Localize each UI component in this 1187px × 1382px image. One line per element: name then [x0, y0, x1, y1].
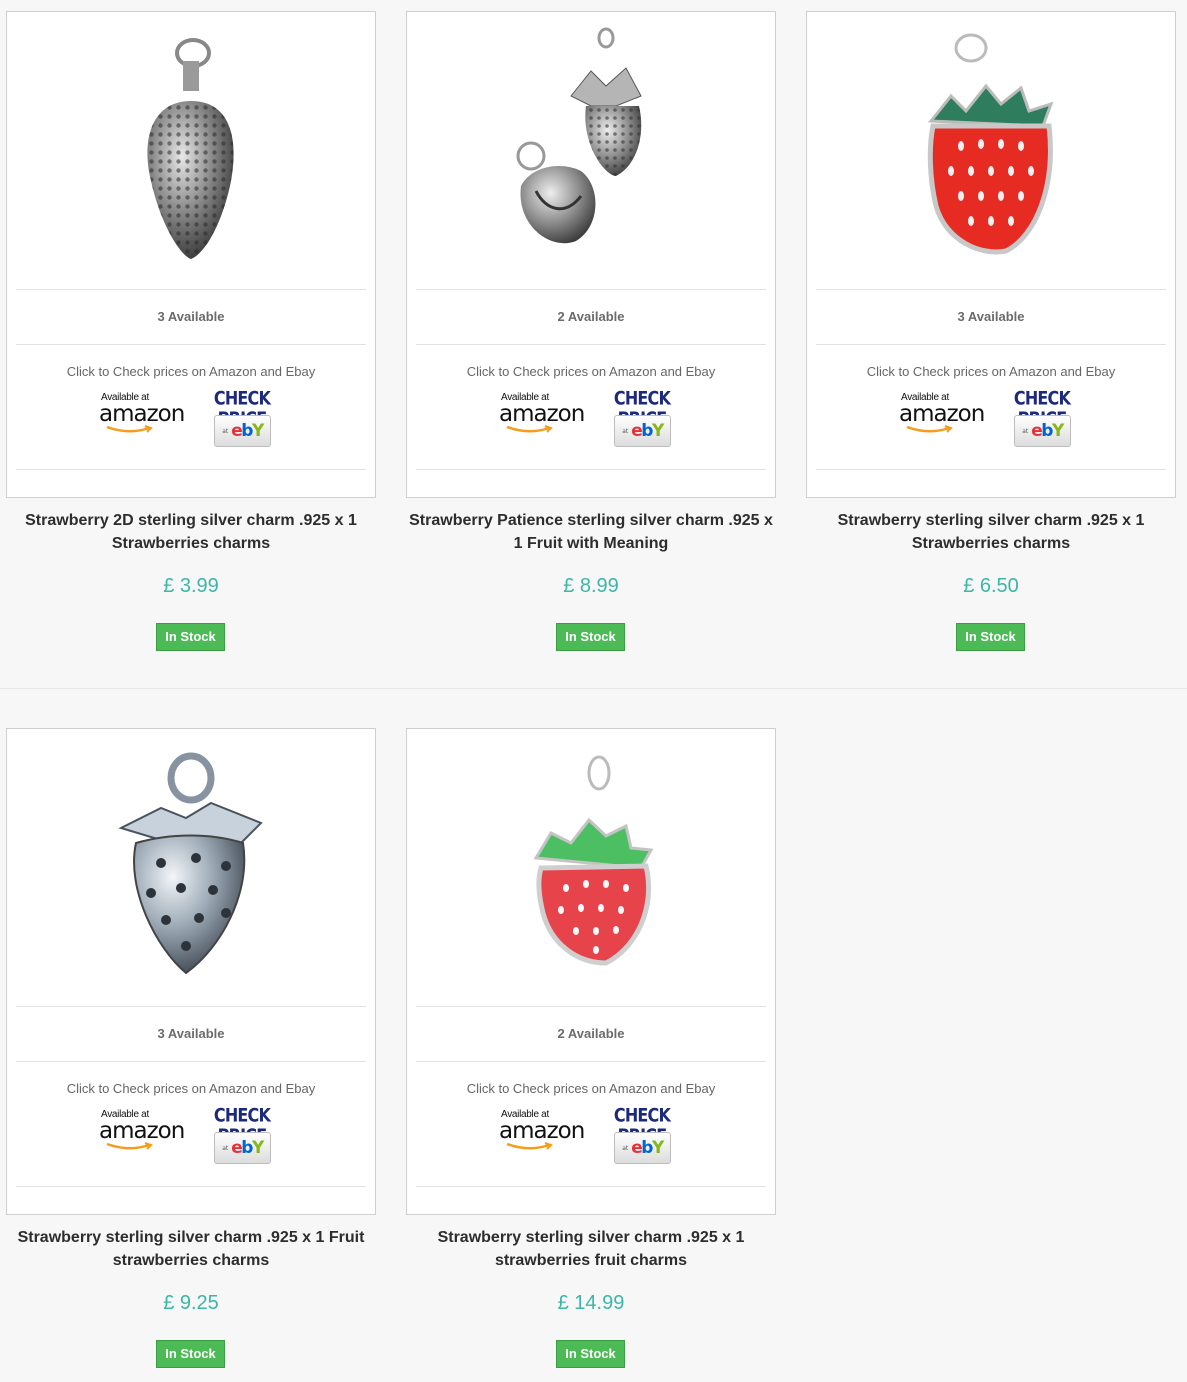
strawberry-silver-charm-icon	[516, 27, 642, 244]
divider	[416, 1061, 766, 1062]
product-image[interactable]	[407, 729, 775, 1007]
check-prices-text: Click to Check prices on Amazon and Ebay	[466, 364, 716, 379]
ebay-logo-icon: at e b Y	[214, 1132, 271, 1164]
product-image[interactable]	[807, 12, 1175, 290]
ebay-logo-icon: at e b Y	[1014, 415, 1071, 447]
divider	[416, 1186, 766, 1187]
divider	[16, 344, 366, 345]
divider	[816, 469, 1166, 470]
ebay-logo-icon: at e b Y	[214, 415, 271, 447]
product-image[interactable]	[407, 12, 775, 290]
product-image[interactable]	[7, 729, 375, 1007]
product-price: £ 6.50	[963, 575, 1019, 597]
divider	[416, 469, 766, 470]
product-card-box: 3 Available Click to Check prices on Ama…	[6, 11, 376, 498]
product-title[interactable]: Strawberry sterling silver charm .925 x …	[806, 509, 1176, 555]
stock-badge: In Stock	[556, 1340, 625, 1368]
ebay-button[interactable]: CHECK PRICE atebY	[600, 388, 684, 447]
strawberry-silver-charm-icon	[118, 752, 263, 975]
product-card-box: 2 Available Click to Check prices on Ama…	[406, 11, 776, 498]
divider	[16, 1061, 366, 1062]
amazon-logo: amazon	[99, 1118, 185, 1144]
product-price: £ 9.25	[163, 1292, 219, 1314]
strawberry-enamel-charm-icon	[533, 755, 654, 966]
strawberry-enamel-charm-icon	[927, 33, 1054, 255]
divider	[416, 344, 766, 345]
product-image[interactable]	[7, 12, 375, 290]
amazon-logo: amazon	[499, 1118, 585, 1144]
product-title[interactable]: Strawberry sterling silver charm .925 x …	[406, 1226, 776, 1272]
product-price: £ 8.99	[563, 575, 619, 597]
availability-text: 2 Available	[557, 309, 625, 324]
ebay-button[interactable]: CHECK PRICE atebY	[600, 1105, 684, 1164]
availability-text: 3 Available	[957, 309, 1025, 324]
check-prices-text: Click to Check prices on Amazon and Ebay	[866, 364, 1116, 379]
availability-text: 3 Available	[157, 1026, 225, 1041]
product-card-box: 2 Available Click to Check prices on Ama…	[406, 728, 776, 1215]
divider	[416, 289, 766, 290]
amazon-button[interactable]: Available at amazon	[99, 1109, 185, 1163]
check-prices-text: Click to Check prices on Amazon and Ebay	[466, 1081, 716, 1096]
divider	[816, 289, 1166, 290]
amazon-button[interactable]: Available at amazon	[499, 1109, 585, 1163]
check-prices-text: Click to Check prices on Amazon and Ebay	[66, 1081, 316, 1096]
stock-badge: In Stock	[556, 623, 625, 651]
ebay-button[interactable]: CHECK PRICE atebY	[1000, 388, 1084, 447]
divider	[16, 469, 366, 470]
divider	[16, 1186, 366, 1187]
amazon-button[interactable]: Available at amazon	[99, 392, 185, 446]
strawberry-silver-charm-icon	[147, 38, 234, 259]
availability-text: 3 Available	[157, 309, 225, 324]
divider	[816, 344, 1166, 345]
amazon-logo: amazon	[899, 401, 985, 427]
product-card-box: 3 Available Click to Check prices on Ama…	[806, 11, 1176, 498]
amazon-logo: amazon	[99, 401, 185, 427]
product-title[interactable]: Strawberry 2D sterling silver charm .925…	[6, 509, 376, 555]
amazon-logo: amazon	[499, 401, 585, 427]
availability-text: 2 Available	[557, 1026, 625, 1041]
product-title[interactable]: Strawberry sterling silver charm .925 x …	[6, 1226, 376, 1272]
divider	[16, 1006, 366, 1007]
ebay-logo-icon: at e b Y	[614, 415, 671, 447]
ebay-logo-icon: at e b Y	[614, 1132, 671, 1164]
stock-badge: In Stock	[956, 623, 1025, 651]
ebay-button[interactable]: CHECK PRICE atebY	[200, 1105, 284, 1164]
product-card-box: 3 Available Click to Check prices on Ama…	[6, 728, 376, 1215]
check-prices-text: Click to Check prices on Amazon and Ebay	[66, 364, 316, 379]
product-title[interactable]: Strawberry Patience sterling silver char…	[406, 509, 776, 555]
product-price: £ 14.99	[557, 1292, 625, 1314]
stock-badge: In Stock	[156, 623, 225, 651]
stock-badge: In Stock	[156, 1340, 225, 1368]
ebay-button[interactable]: CHECK PRICE atebY	[200, 388, 284, 447]
row-divider	[0, 688, 1187, 689]
divider	[416, 1006, 766, 1007]
amazon-button[interactable]: Available at amazon	[899, 392, 985, 446]
product-price: £ 3.99	[163, 575, 219, 597]
amazon-button[interactable]: Available at amazon	[499, 392, 585, 446]
divider	[16, 289, 366, 290]
